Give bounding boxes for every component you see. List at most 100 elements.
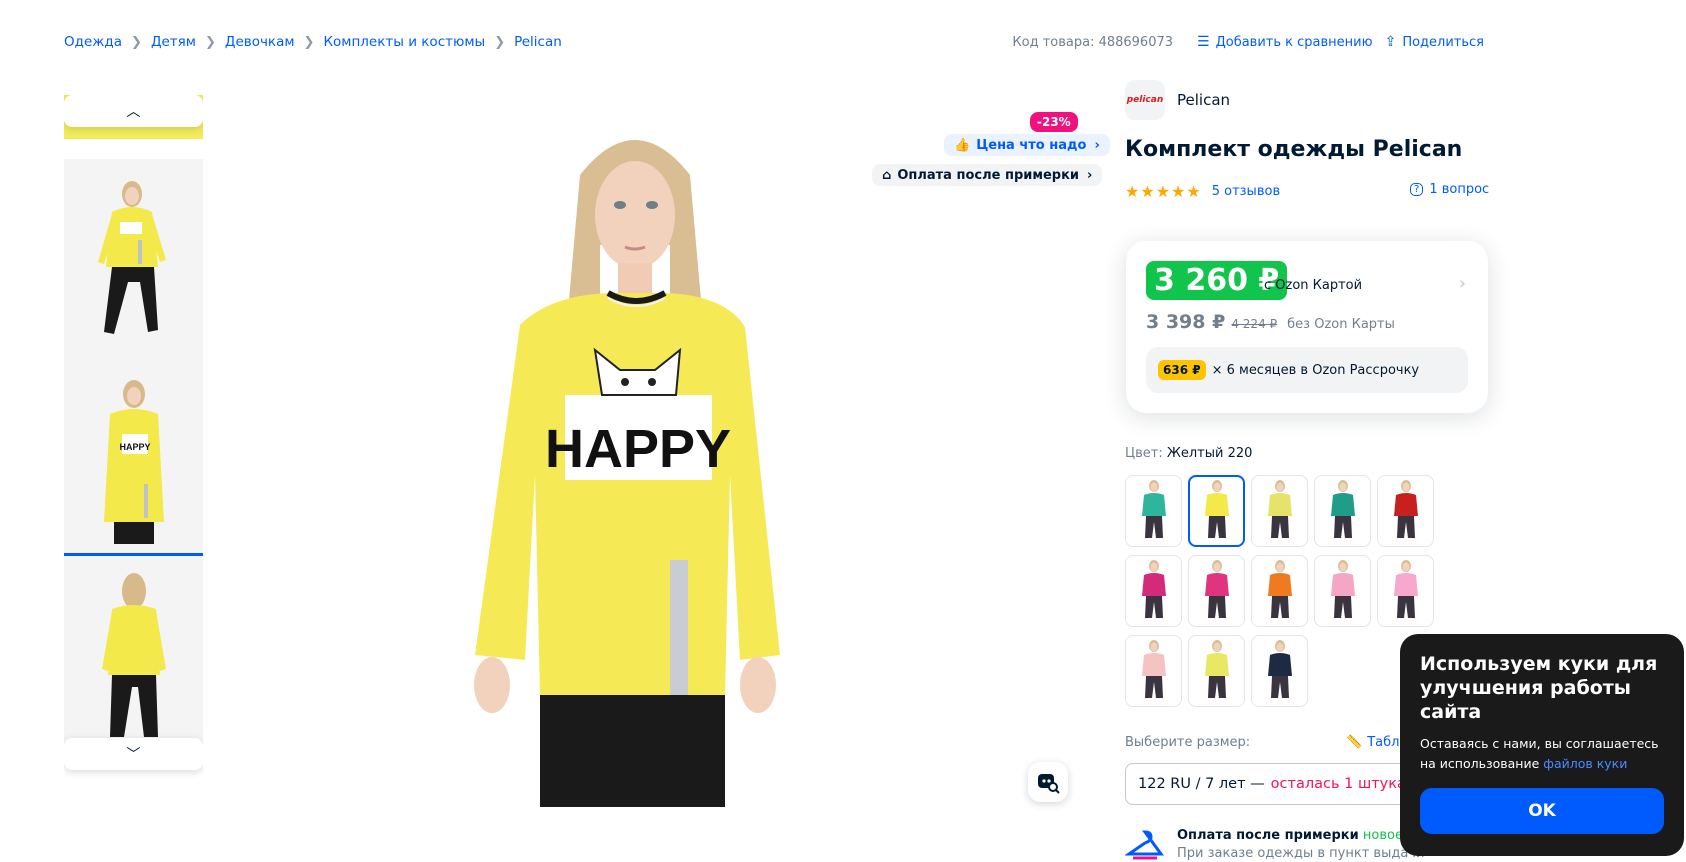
discount-badge: -23% [1030, 112, 1078, 132]
swatch-figure [1260, 638, 1300, 704]
swatch-figure [1386, 558, 1426, 624]
chevron-right-icon: ❯ [204, 34, 216, 50]
color-label-prefix: Цвет: [1125, 446, 1163, 461]
color-swatch[interactable] [1251, 475, 1308, 547]
breadcrumb-item-kids[interactable]: Детям [151, 34, 196, 50]
swatch-figure [1197, 558, 1237, 624]
girl-front-thumbnail: HAPPY [103, 380, 164, 544]
brand-name: Pelican [1177, 91, 1231, 109]
active-thumbnail-underline [64, 553, 203, 556]
visual-search-button[interactable] [1028, 762, 1068, 802]
cookie-policy-link[interactable]: файлов куки [1543, 756, 1627, 771]
cookie-heading: Используем куки для улучшения работы сай… [1420, 653, 1658, 723]
color-swatch[interactable] [1251, 635, 1308, 707]
brand-logo: pelican [1125, 80, 1165, 120]
breadcrumb-item-clothing[interactable]: Одежда [64, 34, 122, 50]
chevron-right-icon: ❯ [303, 34, 315, 50]
cookie-banner: Используем куки для улучшения работы сай… [1400, 634, 1684, 856]
chevron-right-icon: › [1094, 137, 1100, 153]
color-swatch[interactable] [1188, 555, 1245, 627]
breadcrumb-item-sets[interactable]: Комплекты и костюмы [323, 34, 485, 50]
color-swatch-selected[interactable] [1188, 475, 1245, 547]
questions-label: 1 вопрос [1429, 182, 1490, 197]
ruler-icon: 📏 [1346, 735, 1363, 750]
fitting-title: Оплата после примерки [1177, 828, 1359, 843]
price-guarantee-label: Цена что надо [976, 137, 1087, 153]
swatch-figure [1197, 638, 1237, 704]
swatch-figure [1260, 558, 1300, 624]
color-swatch[interactable] [1188, 635, 1245, 707]
color-label: Цвет: Желтый 220 [1125, 446, 1252, 461]
regular-price: 3 398 ₽ [1146, 311, 1226, 333]
thumbnails-up-button[interactable]: ︿ [64, 95, 203, 127]
stock-warning: осталась 1 штука! [1270, 776, 1412, 792]
header-actions: Код товара: 488696073 ☰ Добавить к сравн… [1012, 34, 1484, 50]
compare-label: Добавить к сравнению [1215, 34, 1373, 50]
installment-note: × 6 месяцев в Ozon Рассрочку [1211, 362, 1420, 378]
chevron-right-icon: › [1458, 273, 1466, 294]
fitting-info[interactable]: Оплата после примерки новое! При заказе … [1125, 828, 1424, 862]
breadcrumb: Одежда ❯ Детям ❯ Девочкам ❯ Комплекты и … [64, 34, 562, 50]
old-price: 4 224 ₽ [1231, 317, 1278, 331]
size-label: Выберите размер: [1125, 735, 1251, 750]
visual-search-icon [1038, 774, 1060, 794]
size-selected: 122 RU / 7 лет — [1138, 776, 1265, 792]
swatch-figure [1197, 478, 1237, 544]
hanger-icon [1125, 830, 1164, 860]
swatch-figure [1260, 478, 1300, 544]
swatch-figure [1134, 558, 1174, 624]
breadcrumb-item-brand[interactable]: Pelican [514, 34, 562, 50]
size-table-link[interactable]: 📏 Табли [1346, 735, 1408, 750]
swatch-figure [1386, 478, 1426, 544]
product-title: Комплект одежды Pelican [1125, 137, 1463, 162]
color-swatch[interactable] [1251, 555, 1308, 627]
installment-offer[interactable]: 636 ₽ × 6 месяцев в Ozon Рассрочку [1146, 347, 1468, 393]
installment-amount: 636 ₽ [1158, 360, 1206, 380]
svg-text:HAPPY: HAPPY [119, 442, 150, 452]
reviews-link[interactable]: 5 отзывов [1212, 184, 1280, 199]
color-swatch[interactable] [1125, 475, 1182, 547]
cookie-ok-button[interactable]: OK [1420, 788, 1664, 834]
chevron-right-icon: ❯ [131, 34, 142, 50]
fitting-text: Оплата после примерки новое! При заказе … [1177, 828, 1424, 861]
swatch-figure [1134, 638, 1174, 704]
chevron-down-icon: ﹀ [126, 747, 141, 763]
color-value: Желтый 220 [1166, 446, 1253, 461]
thumbnail-image[interactable] [64, 552, 203, 758]
cookie-body: Оставаясь с нами, вы соглашаетесь на исп… [1420, 734, 1664, 774]
color-swatch[interactable] [1125, 635, 1182, 707]
star-rating-icon: ★★★★★ [1125, 182, 1202, 201]
color-swatch[interactable] [1314, 555, 1371, 627]
brand-row[interactable]: pelican Pelican [1125, 80, 1230, 120]
shirt-print-text: HAPPY [545, 419, 731, 479]
swatch-figure [1134, 478, 1174, 544]
color-swatch[interactable] [1314, 475, 1371, 547]
main-product-image[interactable]: HAPPY [380, 95, 915, 807]
pay-after-fitting-tag[interactable]: ⌂ Оплата после примерки › [872, 164, 1103, 186]
compare-button[interactable]: ☰ Добавить к сравнению [1197, 34, 1373, 50]
regular-price-note: без Ozon Карты [1287, 317, 1395, 332]
chevron-right-icon: ❯ [494, 34, 506, 50]
chevron-right-icon: › [1087, 167, 1093, 183]
color-swatch[interactable] [1377, 475, 1434, 547]
thumbnail-image[interactable] [64, 159, 203, 365]
thumbnails-down-button[interactable]: ﹀ [64, 738, 203, 770]
questions-link[interactable]: ? 1 вопрос [1410, 182, 1489, 197]
swatch-figure [1323, 478, 1363, 544]
swatch-figure [1323, 558, 1363, 624]
product-code: Код товара: 488696073 [1012, 34, 1174, 50]
fitting-subtitle: При заказе одежды в пункт выдачи [1177, 846, 1425, 861]
girl-back-thumbnail [101, 573, 166, 737]
thumbnail-image[interactable]: HAPPY [64, 359, 203, 565]
share-label: Поделиться [1402, 34, 1484, 50]
color-swatch[interactable] [1377, 555, 1434, 627]
share-button[interactable]: ⇪ Поделиться [1385, 34, 1484, 50]
price-card[interactable]: 3 260 ₽ с Ozon Картой › 3 398 ₽ 4 224 ₽ … [1126, 241, 1488, 413]
ozon-card-note: с Ozon Картой [1264, 278, 1363, 293]
thumbs-up-icon: 👍 [954, 137, 971, 153]
breadcrumb-item-girls[interactable]: Девочкам [225, 34, 295, 50]
girl-in-yellow-sweatshirt-photo: HAPPY [380, 95, 915, 807]
thumbnail-strip: ︿ HAPPY ﹀ [64, 95, 203, 808]
price-guarantee-tag[interactable]: 👍 Цена что надо › [944, 134, 1110, 156]
color-swatch[interactable] [1125, 555, 1182, 627]
